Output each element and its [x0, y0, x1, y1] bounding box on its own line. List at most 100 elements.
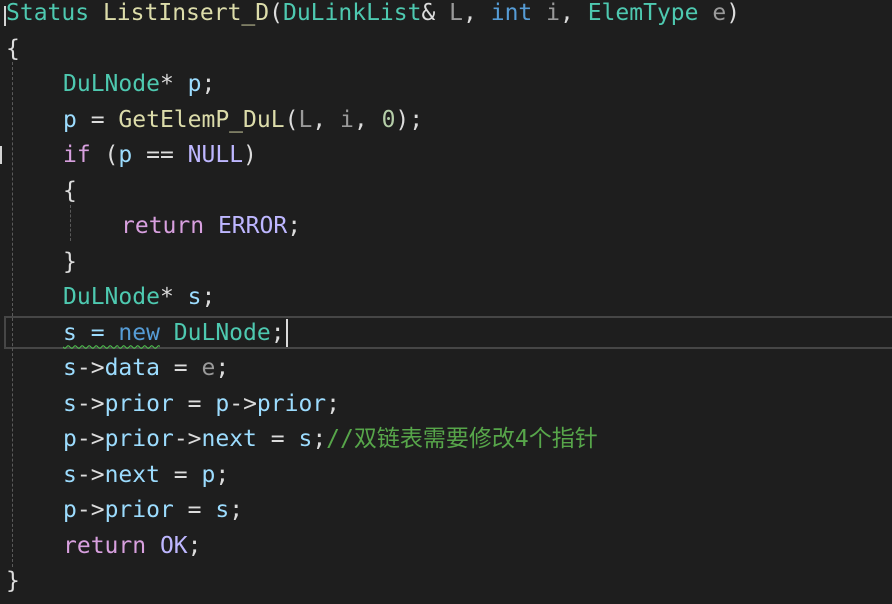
code-token: ERROR	[217, 213, 288, 239]
code-token: p	[63, 106, 77, 133]
code-token: ->	[76, 461, 105, 488]
code-line-content: return OK;	[63, 529, 202, 565]
code-token: {	[63, 177, 77, 204]
code-token: ;	[229, 497, 244, 523]
code-editor[interactable]: Status ListInsert_D(DuLinkList& L, int i…	[0, 0, 892, 604]
code-token: *	[159, 284, 188, 310]
code-line-content: }	[6, 564, 20, 600]
code-line[interactable]: p->prior->next = s;//双链表需要修改4个指针	[0, 422, 892, 458]
code-line-content: {	[6, 32, 20, 68]
code-line[interactable]: s = new DuLNode;	[0, 316, 892, 352]
code-line-content: }	[63, 245, 77, 281]
code-token: prior	[256, 390, 327, 417]
code-token: new	[118, 319, 160, 346]
code-token: DuLinkList	[282, 0, 422, 26]
code-line[interactable]: }	[0, 564, 892, 600]
code-line[interactable]: if (p == NULL)	[0, 138, 892, 174]
code-line[interactable]: p = GetElemP_DuL(L, i, 0);	[0, 103, 892, 139]
code-line-content: p->prior = s;	[63, 493, 243, 529]
code-token: ==	[132, 142, 188, 168]
code-token: 0	[381, 106, 396, 133]
code-line[interactable]: DuLNode* p;	[0, 67, 892, 103]
code-token: ListInsert_D	[102, 0, 270, 26]
code-token: s	[298, 426, 313, 452]
code-token: prior	[104, 390, 174, 417]
code-token: if	[63, 142, 91, 168]
code-line-content: return ERROR;	[121, 209, 301, 245]
code-token: Status	[6, 0, 90, 26]
code-token: *	[159, 71, 188, 97]
code-token: s	[63, 461, 77, 488]
code-token: prior	[104, 426, 174, 452]
code-line[interactable]: s->next = p;	[0, 458, 892, 494]
code-token: {	[6, 35, 20, 62]
code-line[interactable]: {	[0, 174, 892, 210]
code-token: ,	[560, 0, 588, 26]
code-token: ;	[270, 319, 285, 346]
code-token: =	[256, 426, 299, 452]
code-token: ,	[312, 106, 340, 133]
code-line-content: DuLNode* s;	[63, 280, 215, 316]
code-line[interactable]: s->prior = p->prior;	[0, 387, 892, 423]
code-token: DuLNode	[63, 71, 160, 97]
code-token: ->	[76, 426, 105, 452]
code-line-content: s = new DuLNode;	[63, 316, 288, 352]
code-token: GetElemP_DuL	[118, 106, 285, 133]
code-line[interactable]: p->prior = s;	[0, 493, 892, 529]
code-token: =	[173, 390, 216, 417]
code-line-content: if (p == NULL)	[63, 138, 257, 174]
code-token: NULL	[187, 142, 244, 168]
code-line[interactable]: Status ListInsert_D(DuLinkList& L, int i…	[0, 0, 892, 32]
code-token: )	[726, 0, 741, 26]
code-token: L	[449, 0, 464, 26]
code-token: ;	[287, 213, 302, 239]
code-token: ;	[215, 461, 230, 488]
code-token: e	[201, 355, 216, 381]
code-token: &	[421, 0, 450, 26]
code-token: ->	[229, 390, 257, 417]
text-caret	[285, 319, 288, 347]
code-line-content: p = GetElemP_DuL(L, i, 0);	[63, 103, 423, 139]
code-token: =	[173, 497, 216, 523]
code-line[interactable]: DuLNode* s;	[0, 280, 892, 316]
code-line-content: s->data = e;	[63, 351, 229, 387]
code-token: p	[63, 497, 77, 523]
code-token: ;	[326, 390, 341, 417]
code-token: return	[63, 532, 147, 559]
code-token: );	[395, 106, 424, 133]
code-line[interactable]: s->data = e;	[0, 351, 892, 387]
code-token: (	[284, 106, 299, 133]
code-token: ->	[76, 355, 105, 381]
code-token: ->	[76, 390, 105, 417]
code-token: s	[63, 355, 77, 381]
code-token: p	[201, 461, 216, 488]
code-token: p	[187, 71, 202, 97]
code-token: next	[104, 461, 160, 488]
code-line[interactable]: {	[0, 32, 892, 68]
code-line[interactable]: }	[0, 245, 892, 281]
code-token: )	[243, 142, 257, 168]
code-token: DuLNode	[173, 319, 271, 346]
code-token: (	[90, 142, 119, 168]
code-token: =	[159, 355, 202, 381]
code-token: ->	[173, 426, 202, 452]
code-token: return	[121, 213, 205, 239]
code-token: ;	[187, 532, 202, 559]
code-token: next	[201, 426, 257, 452]
code-line[interactable]: return OK;	[0, 529, 892, 565]
code-line[interactable]: return ERROR;	[0, 209, 892, 245]
code-token: L	[298, 106, 313, 133]
code-token: OK	[159, 532, 188, 559]
code-token: ElemType	[587, 0, 699, 26]
code-token: s	[215, 497, 230, 523]
code-token: ,	[463, 0, 491, 26]
code-token: //双链表需要修改4个指针	[326, 426, 598, 452]
code-line-content: Status ListInsert_D(DuLinkList& L, int i…	[6, 0, 740, 32]
code-line-content: p->prior->next = s;//双链表需要修改4个指针	[63, 422, 598, 458]
